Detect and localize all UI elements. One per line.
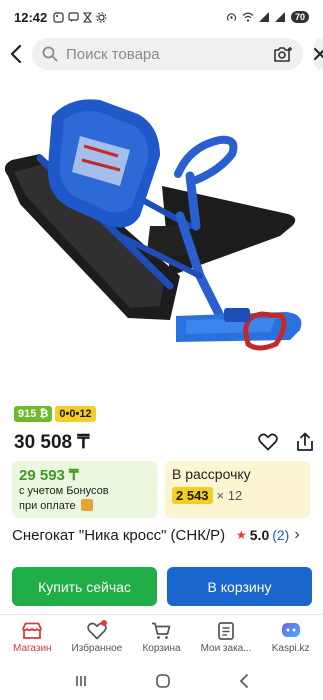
star-icon: ★ [236, 528, 247, 542]
rating[interactable]: ★ 5.0 (2) › [236, 526, 300, 544]
nav-label-orders: Мои зака... [200, 642, 252, 654]
heart-icon[interactable] [258, 433, 278, 451]
bonus-badges: 915 ₿ 0•0•12 [14, 406, 96, 422]
gallery-icon [53, 11, 64, 23]
system-navigation [0, 662, 323, 700]
camera-search-icon[interactable] [273, 46, 293, 63]
installment-row: 2 543 × 12 [172, 487, 303, 504]
payment-icon [80, 499, 93, 511]
nav-item-assistant[interactable]: Kaspi.kz [258, 615, 323, 660]
share-icon[interactable] [296, 432, 314, 452]
nav-item-favorites[interactable]: Избранное [65, 615, 130, 660]
nav-item-orders[interactable]: Мои зака... [194, 615, 259, 660]
wifi-icon [242, 12, 254, 22]
home-icon[interactable] [155, 673, 171, 689]
search-icon [42, 46, 58, 62]
bonus-note-line2-row: при оплате [19, 499, 150, 514]
shop-icon [22, 622, 43, 639]
search-header [0, 34, 323, 74]
back-arrow-icon [10, 45, 22, 63]
settings-icon [96, 11, 107, 23]
product-image[interactable] [0, 76, 323, 398]
back-button[interactable] [10, 38, 22, 70]
close-icon [314, 48, 323, 60]
hotspot-icon [226, 12, 237, 21]
close-button[interactable] [313, 38, 323, 70]
status-left: 12:42 [14, 10, 107, 25]
installment-title: В рассрочку [172, 466, 251, 482]
recent-apps-icon[interactable] [74, 674, 88, 688]
installment-multiplier: × 12 [216, 488, 243, 503]
back-icon[interactable] [239, 674, 249, 688]
status-notification-icons [53, 11, 107, 23]
chevron-right-icon: › [294, 526, 300, 543]
search-box[interactable] [32, 38, 303, 70]
signal-icon [258, 12, 269, 22]
installment-badge: 0•0•12 [55, 406, 96, 422]
add-to-cart-button[interactable]: В корзину [167, 567, 312, 606]
review-count[interactable]: (2) [272, 527, 289, 543]
bonus-price: 29 593 ₸ [19, 467, 79, 484]
signal-icon [274, 12, 285, 22]
status-bar: 12:42 70 [0, 0, 323, 34]
search-input[interactable] [66, 45, 265, 63]
nav-label-favorites: Избранное [71, 642, 123, 654]
price-actions [258, 432, 314, 452]
bottom-nav: Магазин Избранное Корзина Мои зака... Ka… [0, 614, 323, 660]
bonus-note-line2: при оплате [19, 500, 76, 512]
battery-indicator: 70 [290, 11, 309, 23]
buy-now-button[interactable]: Купить сейчас [12, 567, 157, 606]
nav-label-cart: Корзина [142, 642, 181, 654]
notification-dot [100, 620, 107, 626]
purchase-buttons: Купить сейчас В корзину [12, 567, 312, 606]
status-time: 12:42 [14, 9, 48, 25]
hourglass-icon [83, 11, 93, 23]
product-title-row: Снегокат "Ника кросс" (СНК/Р) ★ 5.0 (2) … [12, 523, 317, 563]
installment-card[interactable]: В рассрочку 2 543 × 12 [165, 461, 310, 518]
bonus-price-card[interactable]: 29 593 ₸ с учетом Бонусов при оплате [12, 461, 157, 518]
nav-label-assistant: Kaspi.kz [271, 642, 310, 654]
status-right: 70 [226, 11, 309, 23]
nav-label-shop: Магазин [13, 642, 52, 654]
installment-amount: 2 543 [172, 487, 213, 504]
bonus-note-line1: с учетом Бонусов [19, 485, 109, 497]
product-title: Снегокат "Ника кросс" (СНК/Р) [12, 527, 226, 544]
chat-icon [68, 11, 79, 22]
orders-icon [218, 621, 234, 640]
nav-item-shop[interactable]: Магазин [0, 615, 65, 660]
price-row: 30 508 ₸ [14, 429, 314, 455]
assistant-icon [281, 622, 300, 637]
nav-item-cart[interactable]: Корзина [129, 615, 194, 660]
cart-icon [152, 622, 171, 639]
product-price: 30 508 ₸ [14, 431, 90, 453]
bonus-points-badge: 915 ₿ [14, 406, 53, 422]
rating-value: 5.0 [249, 527, 270, 543]
